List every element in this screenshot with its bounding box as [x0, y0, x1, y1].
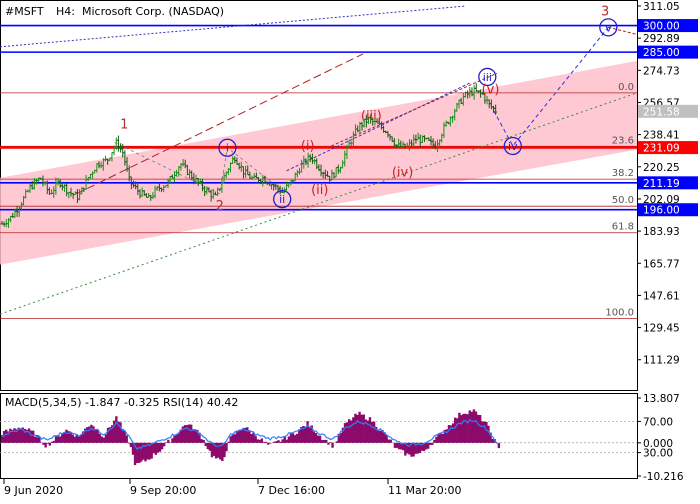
fib-label: 50.0: [612, 195, 634, 206]
fib-label: 61.8: [612, 222, 634, 233]
wave-label: 1: [120, 118, 128, 133]
price-tag-label: 231.09: [643, 143, 680, 155]
price-tick-label: 238.41: [643, 130, 680, 142]
chart-header-symbol: #MSFT: [5, 5, 44, 18]
wave-label: (i): [301, 139, 315, 154]
price-tick-label: 147.61: [643, 290, 680, 302]
time-tick-label: 9 Sep 20:00: [130, 484, 196, 497]
fib-label: 23.6: [612, 135, 634, 146]
price-tick-label: 111.29: [643, 355, 680, 367]
indicator-tick-label: 13.807: [643, 393, 680, 405]
price-tick-label: 183.93: [643, 226, 680, 238]
time-tick-label: 7 Dec 16:00: [258, 484, 325, 497]
price-tag-label: 300.00: [643, 21, 680, 33]
indicator-tick-label: 30.00: [643, 448, 673, 460]
fib-label: 100.0: [605, 308, 634, 319]
indicator-tick-label: -10.216: [643, 471, 684, 483]
price-tick-label: 129.45: [643, 323, 680, 335]
wave-label: (iii): [361, 109, 382, 124]
fib-label: 38.2: [612, 168, 634, 179]
wave-label: v: [605, 21, 612, 34]
chart-header-instrument: Microsoft Corp. (NASDAQ): [82, 5, 224, 18]
price-tick-label: 274.73: [643, 65, 680, 77]
time-tick-label: 9 Jun 2020: [4, 484, 63, 497]
chart-root: 0.0 23.6 38.2 50.0 61.8 100.0 1 2 3 i ii iii iv v (i)…: [0, 0, 700, 500]
wave-label: (iv): [392, 166, 413, 181]
price-tick-label: 311.05: [643, 1, 680, 13]
chart-header-timeframe: H4:: [56, 5, 75, 18]
price-tick-label: 220.25: [643, 162, 680, 174]
wave-label: 3: [601, 4, 609, 19]
fib-label: 0.0: [618, 82, 634, 93]
wave-label: i: [226, 142, 229, 155]
price-tick-label: 165.77: [643, 258, 680, 270]
wave-label: ii: [279, 193, 285, 206]
indicator-tick-label: 70.00: [643, 416, 673, 428]
wave-label: 2: [216, 199, 224, 214]
price-tag-label: 285.00: [643, 47, 680, 59]
price-tag-label: 196.00: [643, 205, 680, 217]
price-tick-label: 292.89: [643, 33, 680, 45]
time-tick-label: 11 Mar 20:00: [388, 484, 461, 497]
indicator-header: MACD(5,34,5) -1.847 -0.325 RSI(14) 40.42: [5, 396, 238, 409]
wave-label: iv: [508, 140, 518, 153]
wave-label: (ii): [311, 183, 328, 198]
price-tag-label: 251.58: [643, 106, 680, 118]
forex-chart: 0.023.638.250.061.8100.0 123iiiiiiivv(i)…: [0, 0, 700, 500]
wave-label: (v): [482, 82, 500, 97]
price-tag-label: 211.19: [643, 178, 680, 190]
